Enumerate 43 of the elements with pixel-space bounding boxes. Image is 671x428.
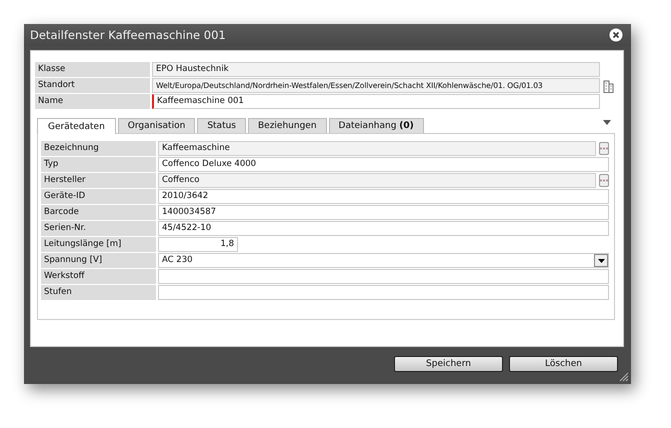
field-label: Geräte-ID <box>41 189 156 204</box>
readonly-field: Kaffeemaschine <box>158 141 596 156</box>
input-field[interactable]: Kaffeemaschine 001 <box>152 94 600 109</box>
dropdown-arrow-icon[interactable] <box>603 120 611 125</box>
building-icon[interactable] <box>603 78 615 92</box>
dropdown-field[interactable]: AC 230 <box>158 253 609 268</box>
field-label: Barcode <box>41 205 156 220</box>
input-field[interactable] <box>158 269 609 284</box>
tab[interactable]: Beziehungen <box>248 118 327 133</box>
field-label: Stufen <box>41 285 156 300</box>
caret-icon <box>598 258 604 262</box>
field-label: Werkstoff <box>41 269 156 284</box>
field-label: Spannung [V] <box>41 253 156 268</box>
action-button[interactable]: Löschen <box>509 356 618 372</box>
tab[interactable]: Gerätedaten <box>37 118 116 134</box>
input-field[interactable]: 1,8 <box>158 237 238 252</box>
action-button[interactable]: Speichern <box>394 356 503 372</box>
field-label: Typ <box>41 157 156 172</box>
field-label: Klasse <box>35 62 150 77</box>
tab[interactable]: Dateianhang (0) <box>328 118 424 133</box>
close-icon[interactable] <box>609 28 623 42</box>
dots-icon <box>600 179 608 182</box>
field-label: Name <box>35 94 150 109</box>
readonly-field: EPO Haustechnik <box>152 62 600 77</box>
window-title: Detailfenster Kaffeemaschine 001 <box>30 28 226 42</box>
dots-icon <box>600 147 608 150</box>
input-field[interactable]: Coffenco Deluxe 4000 <box>158 157 609 172</box>
field-label: Standort <box>35 78 150 93</box>
readonly-field: Coffenco <box>158 173 596 188</box>
field-label: Hersteller <box>41 173 156 188</box>
resize-grip-icon[interactable] <box>619 372 629 382</box>
tab[interactable]: Status <box>197 118 246 133</box>
browse-button[interactable] <box>599 142 609 155</box>
browse-button[interactable] <box>599 174 609 187</box>
input-field[interactable] <box>158 285 609 300</box>
field-label: Serien-Nr. <box>41 221 156 236</box>
input-field[interactable]: 1400034587 <box>158 205 609 220</box>
field-label: Leitungslänge [m] <box>41 237 156 252</box>
input-field[interactable]: 2010/3642 <box>158 189 609 204</box>
tab[interactable]: Organisation <box>118 118 196 133</box>
dropdown-button[interactable] <box>594 254 608 267</box>
input-field[interactable]: 45/4522-10 <box>158 221 609 236</box>
field-label: Bezeichnung <box>41 141 156 156</box>
